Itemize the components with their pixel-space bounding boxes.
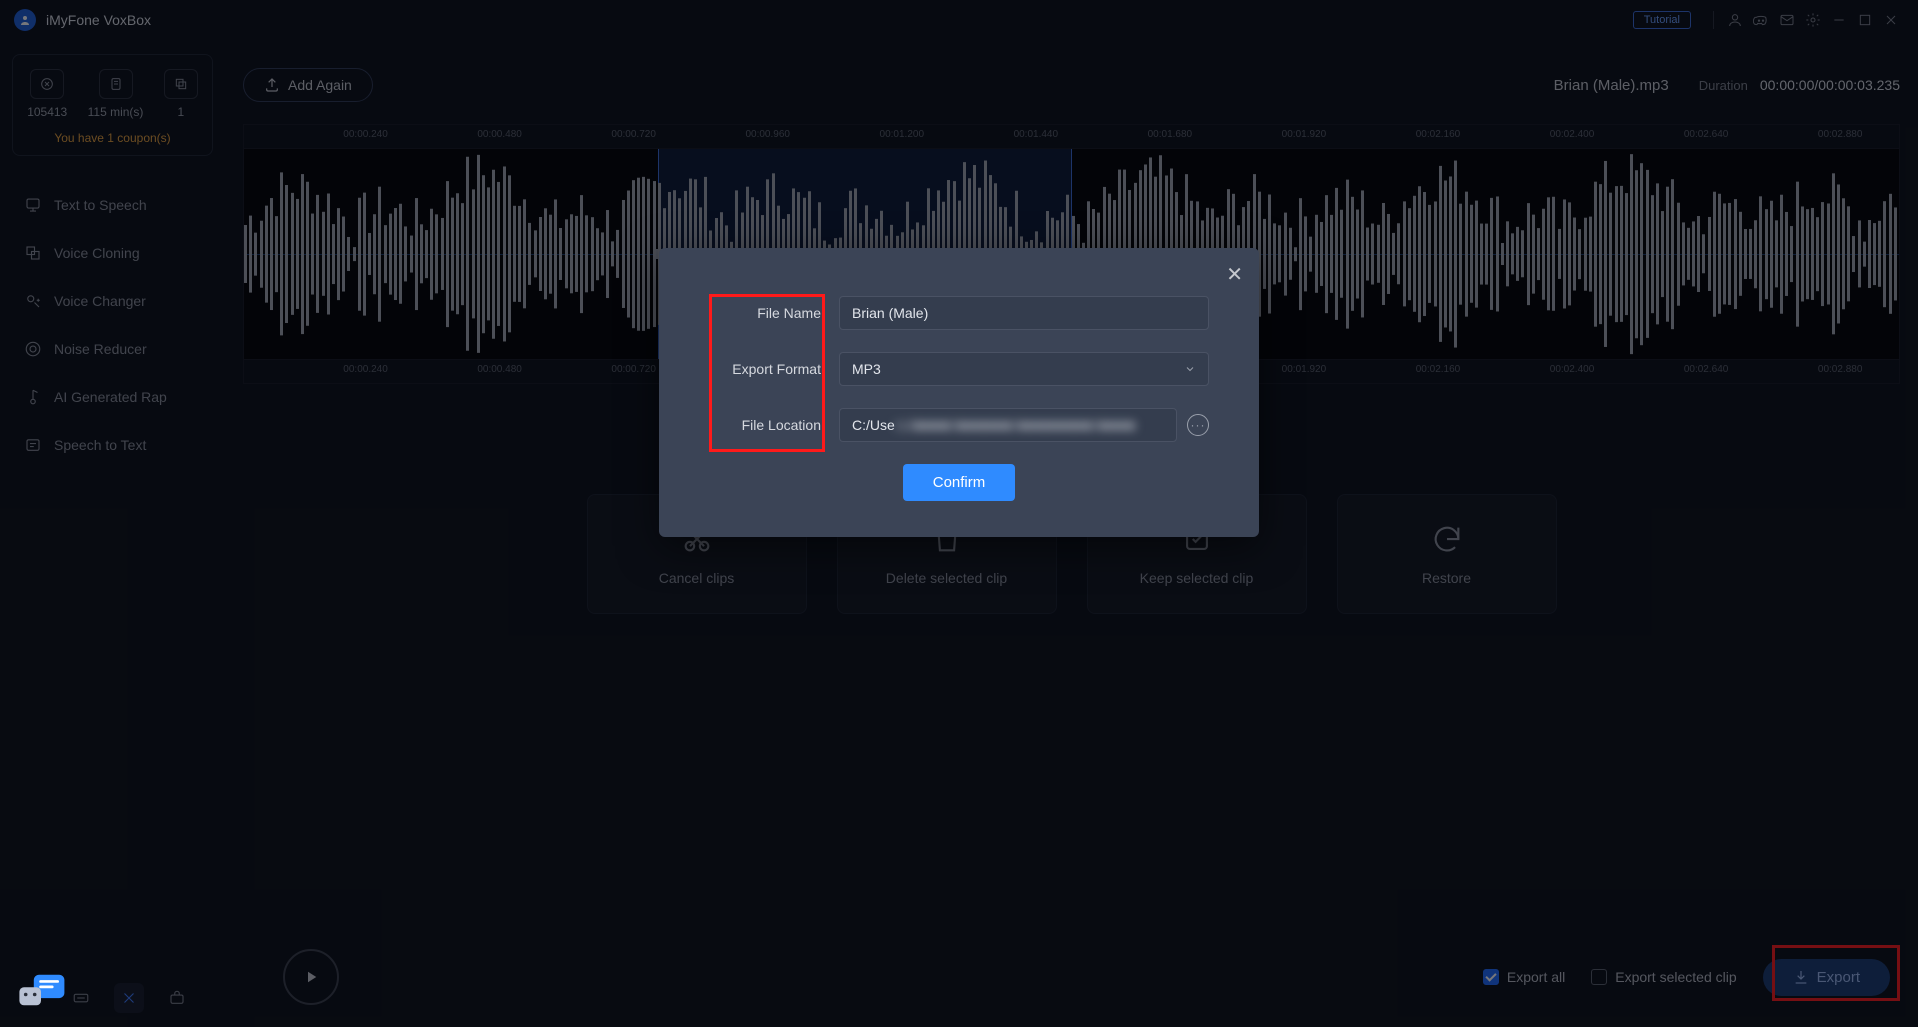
export-format-value: MP3 — [852, 361, 881, 377]
file-location-redacted: rs/■■■■/■■■■■■/■■■■■■■■/■■■■ — [895, 417, 1136, 433]
file-location-input[interactable]: C:/Users/■■■■/■■■■■■/■■■■■■■■/■■■■ — [839, 408, 1177, 442]
confirm-button[interactable]: Confirm — [903, 464, 1016, 501]
export-modal: ✕ File Name Export Format MP3 File Locat… — [659, 248, 1259, 537]
export-format-select[interactable]: MP3 — [839, 352, 1209, 386]
chevron-down-icon — [1184, 363, 1196, 375]
file-location-label: File Location — [709, 417, 839, 433]
browse-location-button[interactable]: ··· — [1187, 414, 1209, 436]
export-format-label: Export Format — [709, 361, 839, 377]
file-name-input[interactable] — [839, 296, 1209, 330]
file-name-label: File Name — [709, 305, 839, 321]
close-icon[interactable]: ✕ — [1226, 262, 1243, 287]
modal-overlay: ✕ File Name Export Format MP3 File Locat… — [0, 0, 1918, 1027]
assistant-icon[interactable] — [14, 967, 68, 1013]
file-location-prefix: C:/Use — [852, 417, 895, 433]
